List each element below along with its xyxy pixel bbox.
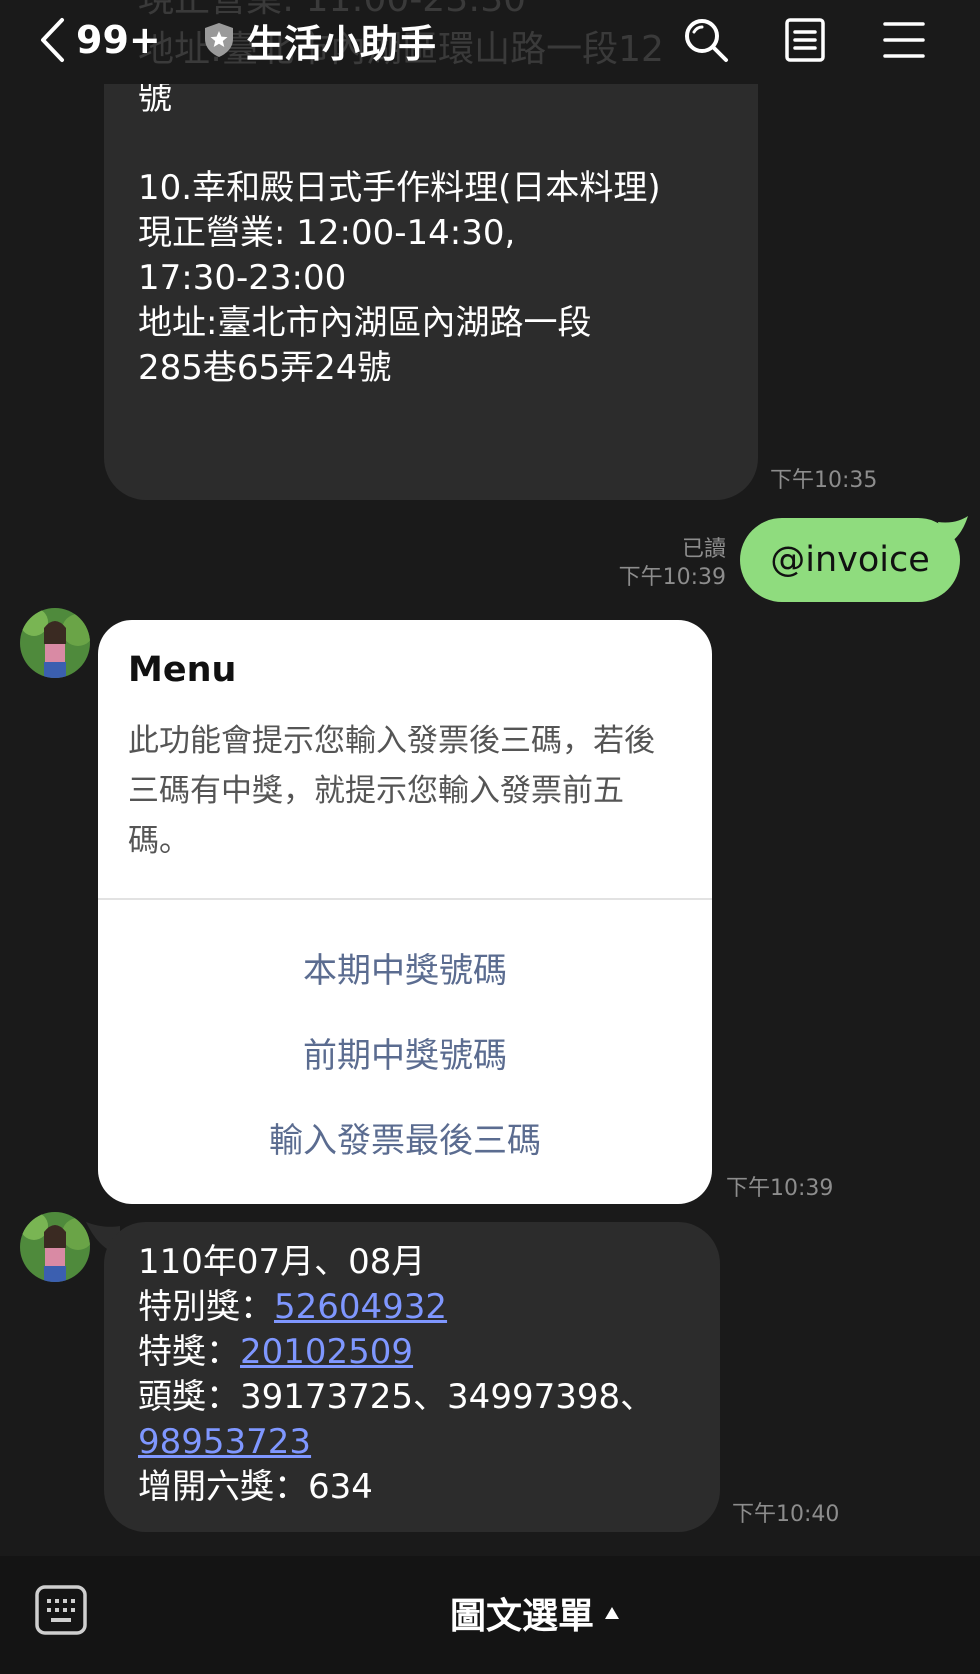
menu-description: 此功能會提示您輸入發票後三碼，若後三碼有中獎，就提示您輸入發票前五碼。: [128, 723, 655, 859]
grand-prize-number-link[interactable]: 20102509: [240, 1332, 413, 1372]
message-line: 10.幸和殿日式手作料理(日本料理): [138, 168, 661, 208]
menu-button[interactable]: [872, 8, 936, 72]
menu-card: Menu 此功能會提示您輸入發票後三碼，若後三碼有中獎，就提示您輸入發票前五碼。…: [98, 620, 712, 1204]
bot-avatar[interactable]: [20, 608, 90, 678]
chat-title-area[interactable]: 生活小助手: [204, 10, 436, 70]
chat-header: 現正營業: 11:00-23:30 地址:臺北市內湖區環山路一段12 99+ 生…: [0, 0, 980, 84]
menu-action-current-winning-numbers[interactable]: 本期中獎號碼: [98, 932, 712, 1002]
back-button[interactable]: 99+: [38, 10, 168, 70]
menu-action-previous-winning-numbers[interactable]: 前期中獎號碼: [98, 1017, 712, 1087]
message-line: 現正營業: 12:00-14:30,: [138, 213, 516, 253]
message-line: 285巷65弄24號: [138, 348, 392, 388]
first-prize-number-link[interactable]: 98953723: [138, 1422, 311, 1462]
grand-prize-line: 特獎：20102509: [138, 1330, 700, 1375]
message-line: 17:30-23:00: [138, 258, 347, 298]
menu-divider: [98, 898, 712, 900]
read-receipt: 已讀 下午10:39: [619, 536, 726, 592]
keyboard-button[interactable]: [34, 1584, 88, 1636]
chevron-left-icon: [41, 18, 64, 62]
outgoing-message-text: @invoice: [770, 540, 930, 580]
unread-count: 99+: [76, 18, 161, 62]
chat-area[interactable]: 號 10.幸和殿日式手作料理(日本料理) 現正營業: 12:00-14:30, …: [0, 0, 980, 1556]
invoice-result-bubble[interactable]: 110年07月、08月 特別獎：52604932 特獎：20102509 頭獎：…: [104, 1222, 720, 1532]
notes-button[interactable]: [773, 8, 837, 72]
notes-icon: [785, 18, 825, 62]
special-prize-line: 特別獎：52604932: [138, 1285, 700, 1330]
keyboard-icon: [35, 1585, 87, 1635]
message-time: 下午10:40: [732, 1502, 840, 1527]
message-time: 下午10:35: [770, 468, 878, 493]
first-prize-link-line: 98953723: [138, 1420, 700, 1465]
menu-action-enter-last-three-digits[interactable]: 輸入發票最後三碼: [98, 1102, 712, 1172]
message-line: 地址:臺北市內湖區內湖路一段: [138, 303, 592, 343]
sixth-prize-line: 增開六獎：634: [138, 1467, 373, 1507]
bot-avatar[interactable]: [20, 1212, 90, 1282]
search-button[interactable]: [674, 8, 738, 72]
rich-menu-label: 圖文選單: [450, 1596, 595, 1637]
rich-menu-toggle[interactable]: 圖文選單: [450, 1586, 620, 1640]
first-prize-line: 頭獎：39173725、34997398、: [138, 1377, 655, 1417]
search-icon: [685, 19, 728, 62]
triangle-up-icon: [605, 1607, 620, 1619]
grand-prize-label: 特獎：: [138, 1332, 240, 1372]
bottom-bar: 圖文選單: [0, 1556, 980, 1674]
period-line: 110年07月、08月: [138, 1242, 426, 1282]
message-time: 下午10:39: [618, 565, 726, 590]
outgoing-message-bubble[interactable]: @invoice: [740, 518, 960, 602]
special-prize-label: 特別獎：: [138, 1287, 274, 1327]
hamburger-menu-icon: [883, 22, 925, 58]
message-time: 下午10:39: [726, 1176, 834, 1201]
read-label: 已讀: [681, 537, 726, 562]
chat-title: 生活小助手: [246, 21, 437, 66]
shield-star-icon: [205, 23, 233, 57]
menu-title: Menu: [128, 650, 237, 690]
special-prize-number-link[interactable]: 52604932: [274, 1287, 447, 1327]
